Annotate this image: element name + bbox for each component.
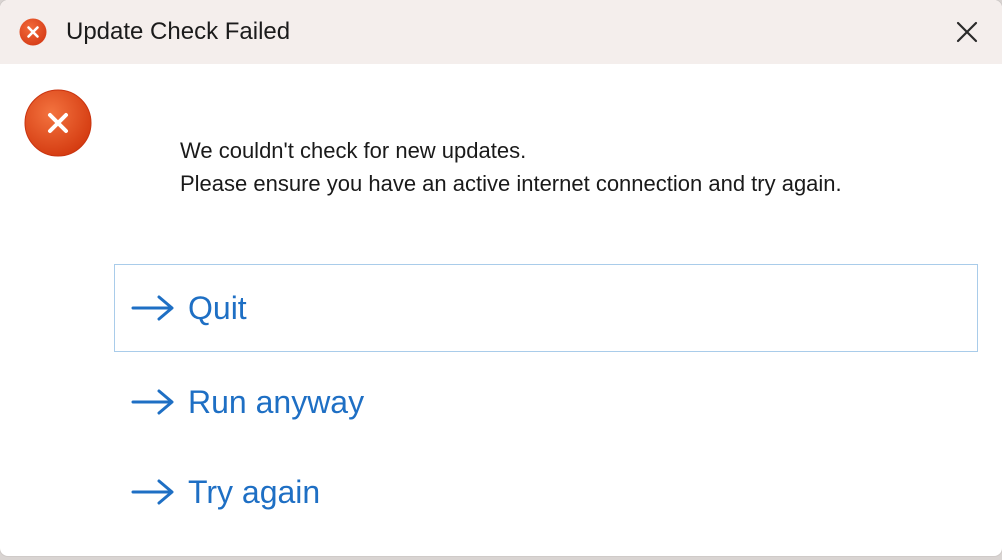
arrow-right-icon bbox=[131, 479, 174, 505]
error-icon bbox=[24, 89, 92, 157]
arrow-right-icon bbox=[131, 389, 174, 415]
quit-command-link[interactable]: Quit bbox=[114, 264, 978, 352]
arrow-right-icon bbox=[131, 295, 174, 321]
quit-label: Quit bbox=[188, 290, 247, 326]
close-icon bbox=[956, 21, 978, 43]
window-title: Update Check Failed bbox=[66, 18, 291, 45]
try-again-label: Try again bbox=[188, 474, 321, 510]
message-text: We couldn't check for new updates. Pleas… bbox=[180, 134, 842, 200]
title-bar: Update Check Failed bbox=[0, 0, 1002, 64]
message-line-2: Please ensure you have an active interne… bbox=[180, 171, 842, 196]
try-again-command-link[interactable]: Try again bbox=[114, 448, 978, 536]
close-button[interactable] bbox=[942, 10, 992, 54]
message-line-1: We couldn't check for new updates. bbox=[180, 138, 527, 163]
error-icon bbox=[19, 18, 47, 46]
run-anyway-label: Run anyway bbox=[188, 384, 365, 420]
run-anyway-command-link[interactable]: Run anyway bbox=[114, 358, 978, 446]
dialog-window: Update Check Failed We couldn't check fo… bbox=[0, 0, 1002, 556]
